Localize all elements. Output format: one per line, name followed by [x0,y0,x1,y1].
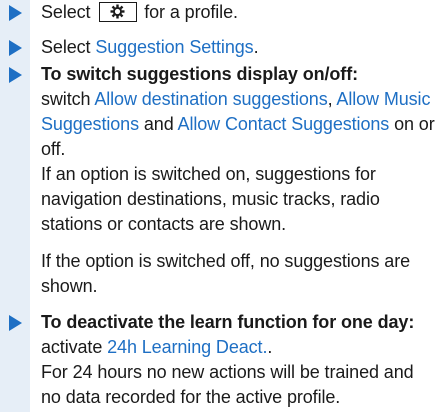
allow-destination-suggestions-link[interactable]: Allow destination suggestions [94,89,327,109]
step-3-sep2: and [143,114,174,134]
step-1-pre: Select [41,2,91,22]
step-4-heading: To deactivate the learn function for one… [41,312,415,332]
step-1: Select for a profile. [0,0,438,25]
step-4-post: . [267,337,273,357]
step-3: To switch suggestions display on/off: sw… [0,62,438,299]
step-3-pre: switch [41,89,91,109]
step-3-sep1: , [327,89,333,109]
gear-button-icon [99,2,138,22]
bullet-arrow-icon [9,67,22,83]
step-4-para: For 24 hours no new actions will be trai… [41,362,414,407]
step-4: To deactivate the learn function for one… [0,310,438,410]
step-3-para-off: If the option is switched off, no sugges… [41,251,410,296]
step-3-para-on: If an option is switched on, suggestions… [41,164,380,234]
step-1-post: for a profile. [144,2,238,22]
step-2: Select Suggestion Settings. [0,35,438,60]
suggestion-settings-link[interactable]: Suggestion Settings [95,37,253,57]
step-4-pre: activate [41,337,103,357]
bullet-arrow-icon [9,315,22,331]
allow-contact-suggestions-link[interactable]: Allow Contact Suggestions [178,114,390,134]
bullet-arrow-icon [9,40,22,56]
step-3-heading: To switch suggestions display on/off: [41,64,358,84]
24h-learning-deact-link[interactable]: 24h Learning Deact. [107,337,267,357]
step-2-pre: Select [41,37,91,57]
step-2-post: . [253,37,259,57]
bullet-arrow-icon [9,5,22,21]
